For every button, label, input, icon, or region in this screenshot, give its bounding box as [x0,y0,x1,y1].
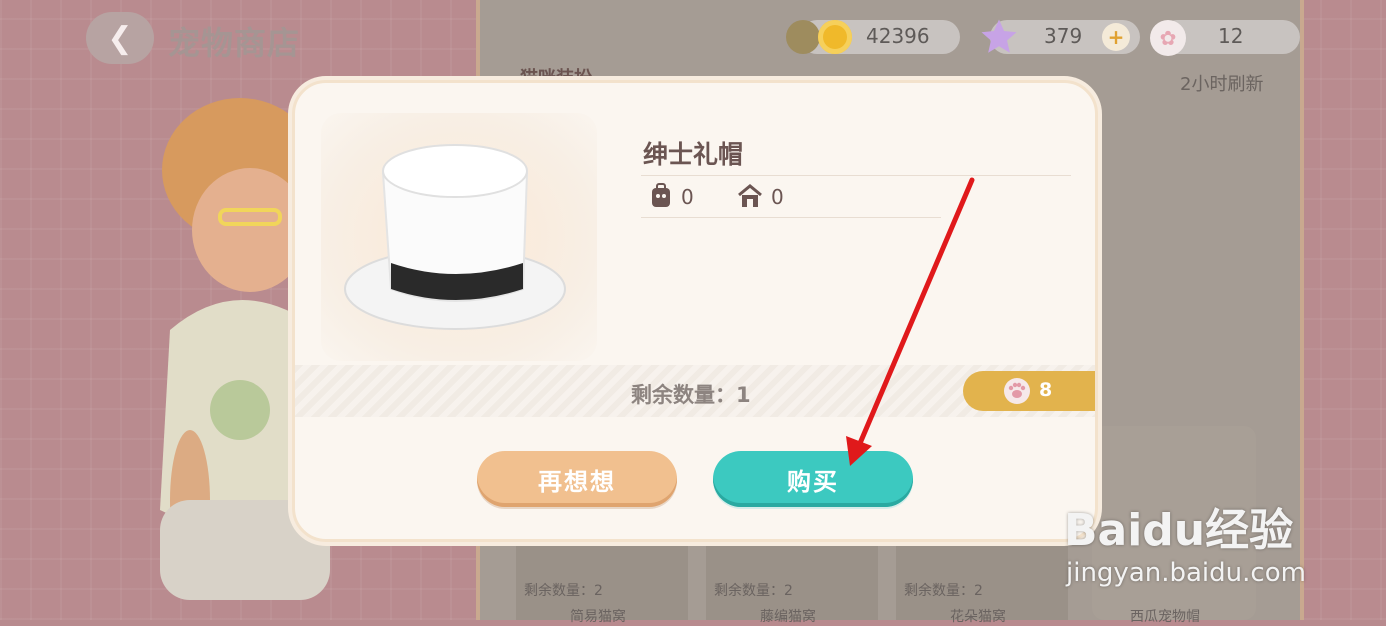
price-value: 8 [1039,379,1053,401]
refresh-timer: 2小时刷新 [1180,74,1264,95]
remaining-quantity: 剩余数量：1 [631,383,751,407]
shop-item-name: 花朵猫窝 [950,609,1006,625]
coin-icon [818,20,852,54]
divider [641,175,1071,176]
paw-count: 12 [1218,24,1244,48]
shop-item-remaining: 剩余数量：2 [904,583,983,599]
watermark-url: jingyan.baidu.com [1066,558,1306,588]
shop-item-remaining: 剩余数量：2 [524,583,603,599]
house-count: 0 [771,185,784,209]
shop-item-name: 藤编猫窝 [760,609,816,625]
purchase-dialog: 绅士礼帽 0 0 剩余数量：1 8 再想想 购买 [292,80,1098,542]
buy-label: 购买 [787,467,839,496]
page-title: 宠物商店 [168,24,301,62]
back-button[interactable]: ❮ [86,12,154,64]
coin-count: 42396 [866,24,930,48]
item-name: 绅士礼帽 [643,140,744,169]
backpack-count: 0 [681,185,694,209]
divider [641,217,941,218]
shop-item-remaining: 剩余数量：2 [714,583,793,599]
star-count: 379 [1044,24,1083,48]
acorn-icon [786,20,820,54]
plus-icon: + [1107,25,1125,49]
star-icon [981,19,1017,53]
paw-icon: ✿ [1150,20,1186,56]
item-image-frame [321,113,597,361]
back-arrow-icon: ❮ [107,20,133,56]
add-currency-button[interactable]: + [1102,23,1130,51]
backpack-icon [652,183,670,207]
shop-item-name: 简易猫窝 [570,609,626,625]
top-hat-image [344,144,566,330]
buy-button[interactable]: 购买 [713,451,913,507]
cancel-label: 再想想 [538,467,616,496]
house-icon [738,184,762,207]
watermark-logo: Baidu经验 [1064,505,1294,556]
paw-icon [1004,378,1030,404]
shop-item-name: 西瓜宠物帽 [1130,609,1200,625]
cancel-button[interactable]: 再想想 [477,451,677,507]
